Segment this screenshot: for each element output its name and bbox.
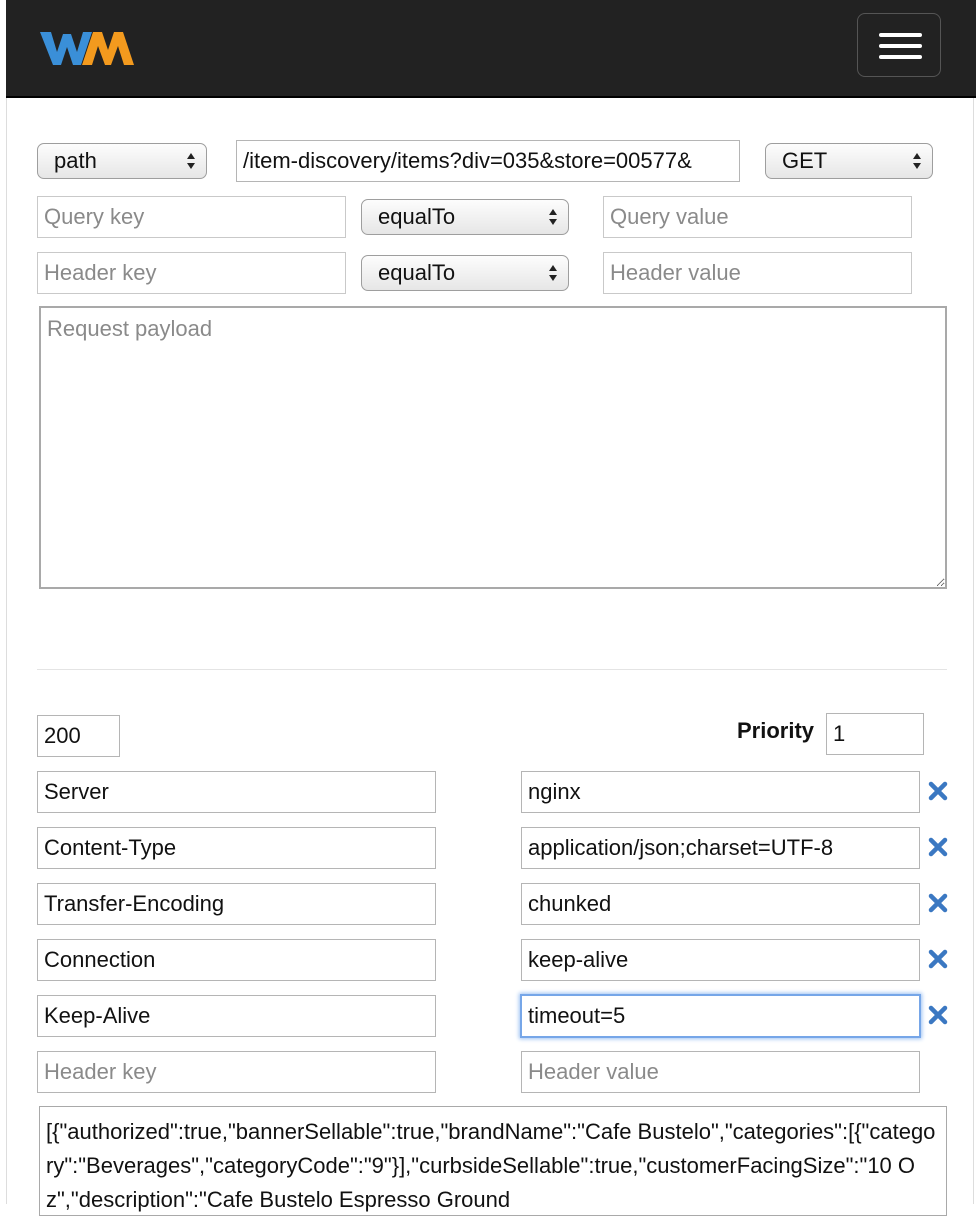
- match-type-select[interactable]: path: [37, 143, 207, 179]
- match-type-value: path: [54, 148, 97, 173]
- hamburger-menu-button[interactable]: [857, 13, 941, 77]
- response-header-value-input[interactable]: [521, 939, 920, 981]
- remove-header-icon[interactable]: [927, 1004, 949, 1026]
- header-key-input[interactable]: [37, 252, 346, 294]
- select-arrows-icon: [913, 153, 921, 169]
- remove-header-icon[interactable]: [927, 836, 949, 858]
- navbar: [6, 0, 976, 98]
- header-operator-select[interactable]: equalTo: [361, 255, 569, 291]
- response-header-key-input[interactable]: [37, 883, 436, 925]
- priority-input[interactable]: [826, 713, 924, 755]
- response-header-key-input[interactable]: [37, 939, 436, 981]
- new-header-key-input[interactable]: [37, 1051, 436, 1093]
- path-input[interactable]: [236, 140, 740, 182]
- new-header-value-input[interactable]: [521, 1051, 920, 1093]
- remove-header-icon[interactable]: [927, 780, 949, 802]
- response-header-key-input[interactable]: [37, 995, 436, 1037]
- response-header-value-input[interactable]: [521, 883, 920, 925]
- menu-icon: [879, 33, 922, 37]
- section-divider: [37, 669, 947, 670]
- query-value-input[interactable]: [603, 196, 912, 238]
- response-body-textarea[interactable]: [{"authorized":true,"bannerSellable":tru…: [39, 1106, 947, 1216]
- priority-label: Priority: [737, 718, 815, 743]
- method-select[interactable]: GET: [765, 143, 933, 179]
- query-operator-select[interactable]: equalTo: [361, 199, 569, 235]
- response-header-value-input[interactable]: [521, 771, 920, 813]
- select-arrows-icon: [187, 153, 195, 169]
- response-header-value-input[interactable]: [521, 827, 920, 869]
- query-key-input[interactable]: [37, 196, 346, 238]
- mock-editor: path GET equalTo equalTo Priority: [6, 98, 974, 1216]
- query-operator-value: equalTo: [378, 204, 456, 229]
- wm-logo[interactable]: [40, 28, 140, 68]
- select-arrows-icon: [549, 209, 557, 225]
- response-header-key-input[interactable]: [37, 771, 436, 813]
- method-value: GET: [782, 148, 828, 173]
- header-operator-value: equalTo: [378, 260, 456, 285]
- header-value-input[interactable]: [603, 252, 912, 294]
- remove-header-icon[interactable]: [927, 892, 949, 914]
- remove-header-icon[interactable]: [927, 948, 949, 970]
- response-header-value-input[interactable]: [520, 994, 921, 1038]
- status-code-input[interactable]: [37, 715, 120, 757]
- request-payload-textarea[interactable]: [39, 306, 947, 589]
- select-arrows-icon: [549, 265, 557, 281]
- response-header-key-input[interactable]: [37, 827, 436, 869]
